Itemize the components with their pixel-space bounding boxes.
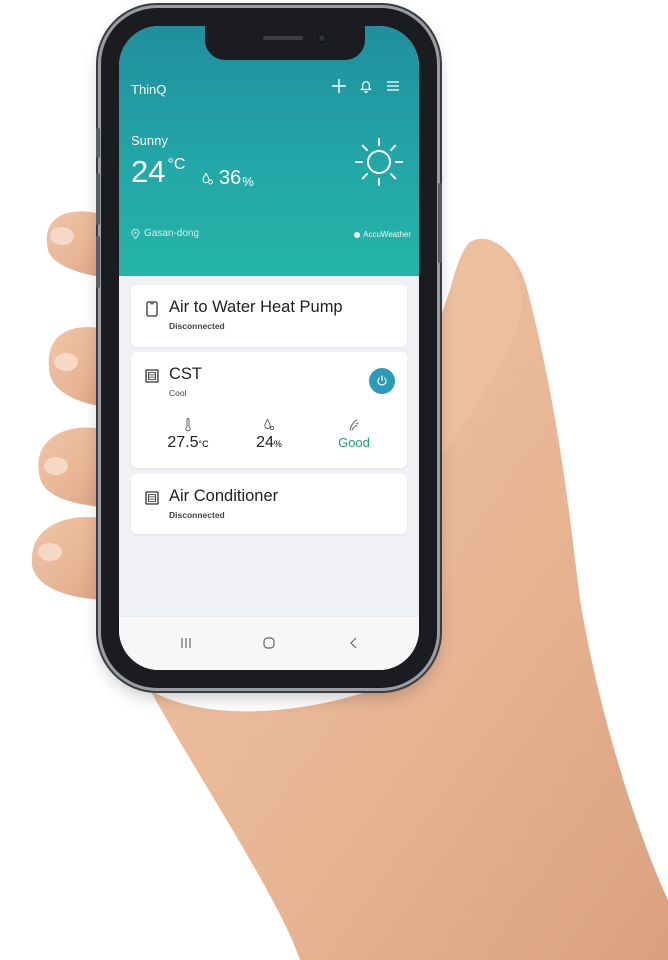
weather-condition: Sunny — [131, 133, 168, 148]
device-card[interactable]: CST Cool 27.5°C 24% Good — [131, 352, 407, 468]
hvac-icon — [145, 369, 159, 383]
device-name: CST — [169, 365, 202, 383]
humidity-unit: % — [273, 439, 282, 449]
weather-humidity: 36% — [201, 167, 254, 190]
sun-icon — [355, 138, 403, 186]
device-status: Disconnected — [169, 321, 225, 331]
device-card[interactable]: Air Conditioner Disconnected — [131, 474, 407, 534]
phone-device-icon — [146, 301, 158, 317]
weather-header: ThinQ Sunny 24 °C 36% Gasan-dong AccuWea… — [119, 26, 419, 276]
temperature-unit: °C — [198, 439, 209, 449]
home-icon[interactable] — [254, 631, 284, 655]
humidity-drop-icon — [264, 418, 274, 431]
hvac-icon — [145, 491, 159, 505]
accuweather-logo: AccuWeather — [353, 230, 411, 239]
accuweather-sun-icon — [354, 231, 361, 238]
location-pin-icon — [131, 228, 140, 239]
air-quality-stat: Good — [319, 418, 389, 452]
humidity-unit: % — [242, 174, 254, 189]
notch — [205, 26, 365, 60]
power-toggle-button[interactable] — [369, 368, 395, 394]
volume-up-button — [96, 173, 100, 225]
phone-screen: ThinQ Sunny 24 °C 36% Gasan-dong AccuWea… — [119, 26, 419, 670]
weather-temperature: 24 °C — [131, 154, 185, 190]
system-navigation-bar — [119, 616, 419, 670]
earpiece-speaker — [263, 36, 303, 40]
menu-icon[interactable] — [383, 76, 403, 96]
location[interactable]: Gasan-dong — [131, 228, 199, 239]
back-icon[interactable] — [339, 631, 369, 655]
humidity-value: 36 — [219, 167, 242, 189]
temperature-value: 27.5 — [167, 434, 199, 451]
mute-switch — [96, 128, 100, 158]
air-quality-icon — [349, 419, 359, 431]
provider-label: AccuWeather — [363, 230, 411, 239]
location-label: Gasan-dong — [144, 228, 200, 239]
power-side-button — [438, 183, 442, 263]
notification-bell-icon[interactable] — [356, 76, 376, 96]
device-status: Disconnected — [169, 510, 225, 520]
volume-down-button — [96, 236, 100, 288]
device-name: Air to Water Heat Pump — [169, 298, 343, 316]
add-icon[interactable] — [329, 76, 349, 96]
temperature-unit: °C — [167, 156, 186, 173]
indoor-temperature-stat: 27.5°C — [153, 418, 223, 452]
device-card[interactable]: Air to Water Heat Pump Disconnected — [131, 285, 407, 347]
temperature-value: 24 — [131, 154, 166, 189]
front-camera — [317, 33, 327, 43]
thermometer-icon — [185, 418, 191, 432]
app-title: ThinQ — [131, 82, 167, 97]
air-quality-value: Good — [338, 435, 370, 450]
power-icon — [377, 375, 387, 386]
humidity-value: 24 — [256, 434, 274, 451]
phone-frame: ThinQ Sunny 24 °C 36% Gasan-dong AccuWea… — [96, 8, 442, 688]
humidity-drop-icon — [202, 172, 213, 184]
indoor-humidity-stat: 24% — [234, 418, 304, 452]
device-name: Air Conditioner — [169, 487, 279, 505]
recent-apps-icon[interactable] — [171, 631, 201, 655]
device-mode: Cool — [169, 388, 187, 398]
